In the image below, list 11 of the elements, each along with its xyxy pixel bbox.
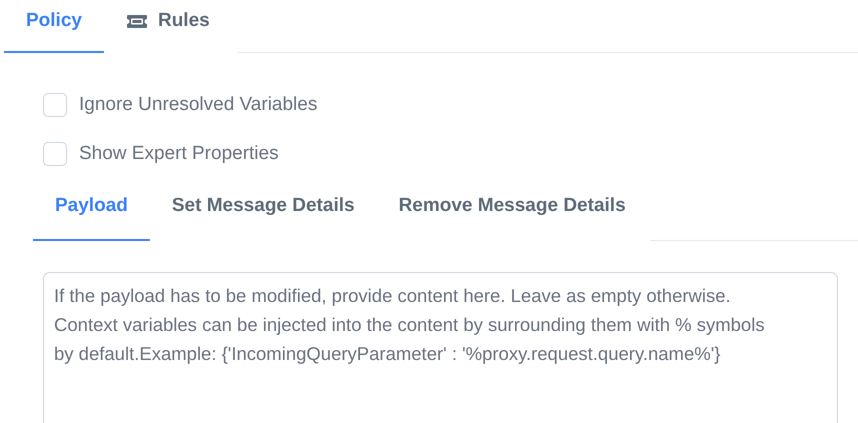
- ticket-icon: [126, 14, 148, 29]
- tab[interactable]: Rules: [104, 0, 232, 53]
- tab[interactable]: Payload: [33, 186, 150, 241]
- payload-field[interactable]: If the payload has to be modified, provide content here. Leave as empty otherwise. Context variables can be injected into the content by surrounding them with % symbols by default.Example: {'IncomingQueryParameter' : '%proxy.request.query.name%'}: [43, 272, 838, 423]
- checkbox[interactable]: [43, 142, 67, 166]
- tab[interactable]: Set Message Details: [150, 186, 377, 241]
- checkbox[interactable]: [43, 93, 67, 118]
- checkbox-label: Show Expert Properties: [79, 142, 279, 166]
- tab[interactable]: Policy: [4, 0, 104, 53]
- checkbox-label: Ignore Unresolved Variables: [79, 93, 318, 117]
- tab[interactable]: Remove Message Details: [376, 186, 648, 241]
